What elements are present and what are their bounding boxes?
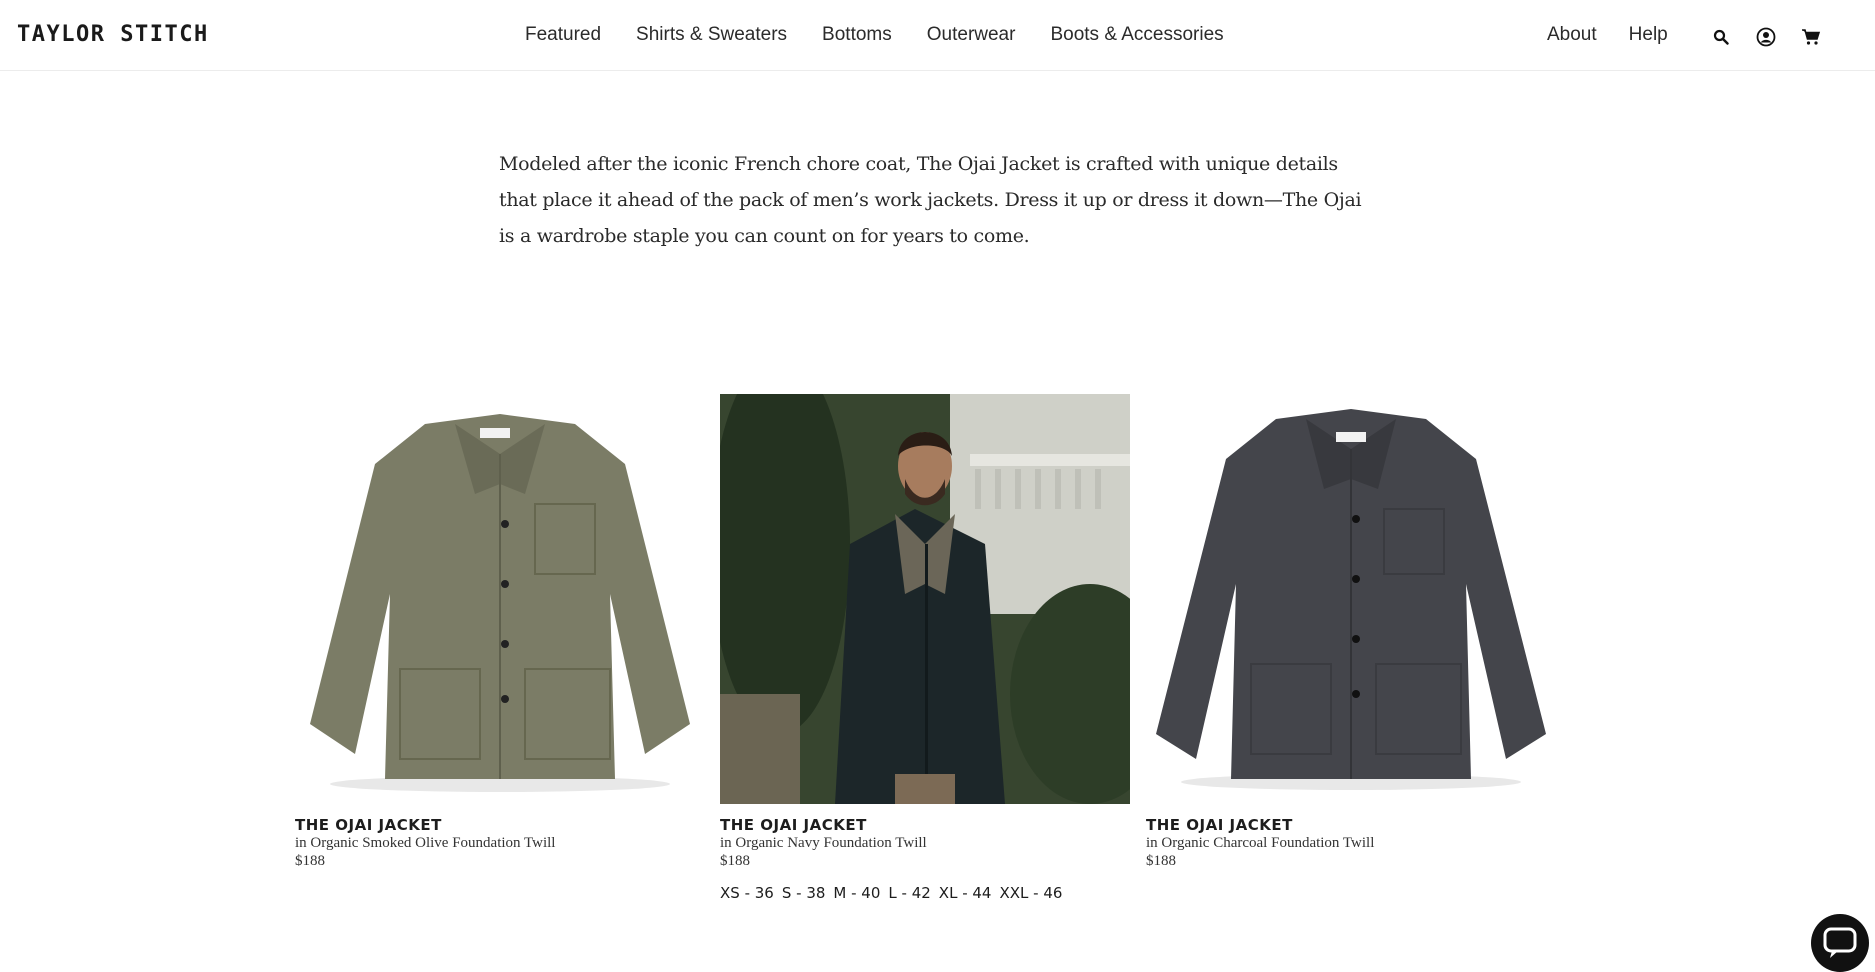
size-option-m[interactable]: M - 40 (833, 884, 880, 902)
search-icon[interactable] (1710, 26, 1732, 48)
account-icon[interactable] (1755, 26, 1777, 48)
nav-item-featured[interactable]: Featured (525, 24, 601, 46)
site-header: TAYLOR STITCH Featured Shirts & Sweaters… (0, 0, 1875, 71)
product-price: $188 (720, 853, 750, 869)
product-title[interactable]: THE OJAI JACKET (720, 816, 1130, 834)
nav-item-boots-accessories[interactable]: Boots & Accessories (1050, 24, 1223, 46)
product-color: in Organic Charcoal Foundation Twill (1146, 835, 1375, 851)
size-option-xs[interactable]: XS - 36 (720, 884, 774, 902)
product-title[interactable]: THE OJAI JACKET (295, 816, 705, 834)
chat-icon[interactable] (1811, 914, 1869, 972)
size-option-l[interactable]: L - 42 (888, 884, 930, 902)
about-link[interactable]: About (1547, 24, 1597, 46)
brand-logo[interactable]: TAYLOR STITCH (17, 22, 209, 47)
product-color: in Organic Smoked Olive Foundation Twill (295, 835, 556, 851)
cart-icon[interactable] (1800, 26, 1822, 48)
size-option-xl[interactable]: XL - 44 (939, 884, 992, 902)
product-card[interactable]: THE OJAI JACKET in Organic Smoked Olive … (295, 394, 705, 870)
product-image[interactable] (295, 394, 705, 804)
size-selector: XS - 36 S - 38 M - 40 L - 42 XL - 44 XXL… (720, 884, 1130, 902)
main-nav: Featured Shirts & Sweaters Bottoms Outer… (525, 24, 1259, 46)
intro-description: Modeled after the iconic French chore co… (499, 153, 1362, 247)
product-title[interactable]: THE OJAI JACKET (1146, 816, 1556, 834)
product-image[interactable] (1146, 394, 1556, 804)
product-image[interactable] (720, 394, 1130, 804)
help-link[interactable]: Help (1629, 24, 1668, 46)
product-price: $188 (295, 853, 325, 869)
utility-nav: About Help (1547, 24, 1700, 46)
header-icons (1710, 26, 1822, 48)
product-price: $188 (1146, 853, 1176, 869)
size-option-xxl[interactable]: XXL - 46 (999, 884, 1062, 902)
size-option-s[interactable]: S - 38 (782, 884, 826, 902)
nav-item-shirts-sweaters[interactable]: Shirts & Sweaters (636, 24, 787, 46)
nav-item-bottoms[interactable]: Bottoms (822, 24, 892, 46)
product-card[interactable]: THE OJAI JACKET in Organic Navy Foundati… (720, 394, 1130, 902)
product-color: in Organic Navy Foundation Twill (720, 835, 927, 851)
nav-item-outerwear[interactable]: Outerwear (927, 24, 1016, 46)
product-card[interactable]: THE OJAI JACKET in Organic Charcoal Foun… (1146, 394, 1556, 870)
